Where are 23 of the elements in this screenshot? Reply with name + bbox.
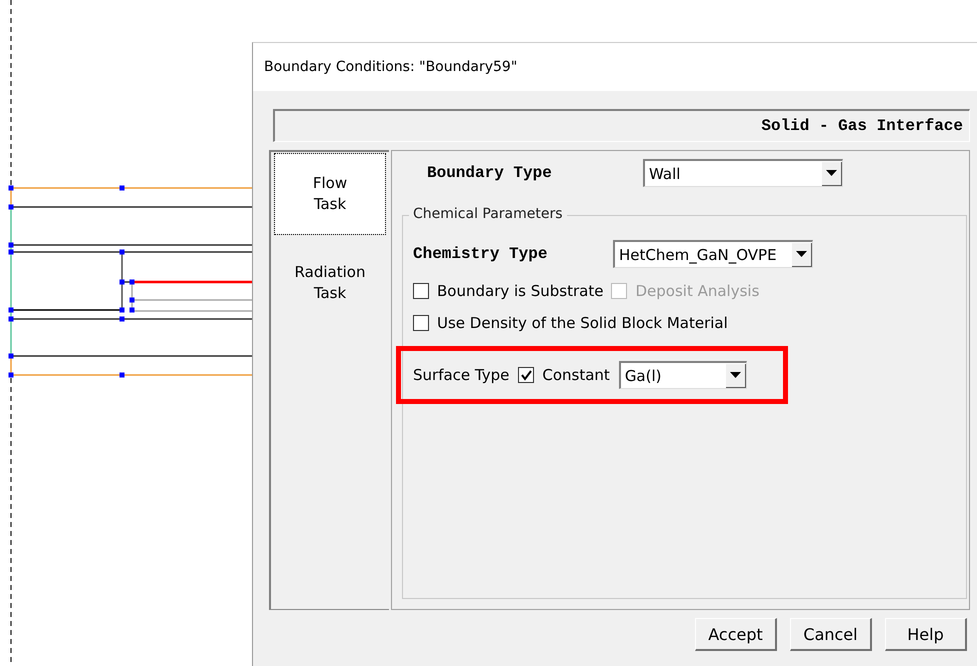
dropdown[interactable]: Wall <box>643 159 843 187</box>
field-label: Chemistry Type <box>413 245 548 263</box>
checkbox-label: Boundary is Substrate <box>437 282 604 300</box>
checkbox[interactable] <box>518 367 534 383</box>
dropdown[interactable]: Ga(l) <box>618 361 747 389</box>
window-title: Boundary Conditions: "Boundary59" <box>253 43 977 91</box>
caret-icon <box>826 170 837 176</box>
checkbox-label: Deposit Analysis <box>635 282 760 300</box>
field-label: Boundary Type <box>426 164 553 182</box>
checkbox[interactable] <box>413 283 429 299</box>
caret-icon <box>796 251 807 257</box>
caret-icon <box>730 372 741 378</box>
field-label: Surface Type <box>413 366 510 384</box>
checkbox[interactable] <box>413 315 429 331</box>
tab[interactable]: Radiation Task <box>275 262 385 304</box>
interface-header: Solid - Gas Interface <box>273 109 970 142</box>
checkbox-label: Constant <box>542 366 610 384</box>
dialog-button[interactable]: Accept <box>695 618 777 651</box>
tab[interactable]: Flow Task <box>275 154 385 234</box>
dialog-button[interactable]: Help <box>885 618 967 651</box>
dropdown[interactable]: HetChem_GaN_OVPE <box>613 240 813 268</box>
checkbox-label: Use Density of the Solid Block Material <box>437 314 728 332</box>
dialog-button[interactable]: Cancel <box>790 618 872 651</box>
